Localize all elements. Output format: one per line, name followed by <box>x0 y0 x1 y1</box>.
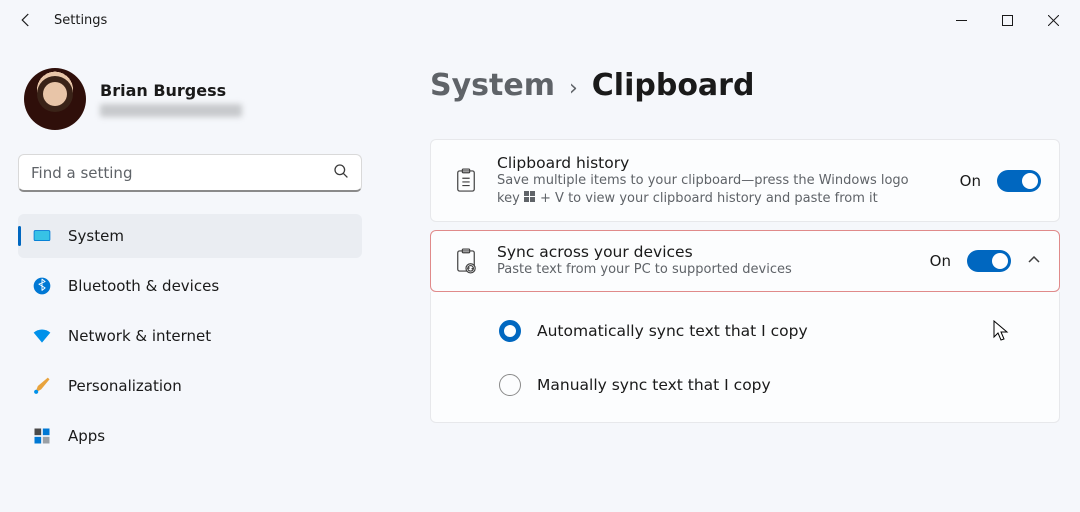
sidebar-item-label: Bluetooth & devices <box>68 277 219 295</box>
clipboard-sync-icon <box>449 248 483 274</box>
sidebar-item-personalization[interactable]: Personalization <box>18 364 362 408</box>
radio-off-icon <box>499 374 521 396</box>
toggle-state-text: On <box>930 252 951 270</box>
search-input[interactable]: Find a setting <box>18 154 362 192</box>
clipboard-history-toggle[interactable] <box>997 170 1041 192</box>
main-pane: System › Clipboard Clipboard history Sav… <box>380 40 1080 512</box>
card-title: Clipboard history <box>497 154 960 172</box>
card-title: Sync across your devices <box>497 243 930 261</box>
sidebar-item-label: System <box>68 227 124 245</box>
breadcrumb-current: Clipboard <box>592 68 755 103</box>
profile-email-redacted <box>100 104 242 117</box>
titlebar: Settings <box>0 0 1080 40</box>
chevron-right-icon: › <box>569 76 578 101</box>
sidebar-item-label: Apps <box>68 427 105 445</box>
sidebar: Brian Burgess Find a setting System Blue… <box>0 40 380 512</box>
profile-block[interactable]: Brian Burgess <box>18 40 362 154</box>
sidebar-item-label: Personalization <box>68 377 182 395</box>
radio-manual-sync[interactable]: Manually sync text that I copy <box>499 362 1041 416</box>
sidebar-item-network[interactable]: Network & internet <box>18 314 362 358</box>
radio-label: Manually sync text that I copy <box>537 376 771 394</box>
card-subtitle: Save multiple items to your clipboard—pr… <box>497 172 960 207</box>
avatar <box>24 68 86 130</box>
close-button[interactable] <box>1030 5 1076 35</box>
back-button[interactable] <box>4 11 48 29</box>
card-sync-devices: Sync across your devices Paste text from… <box>430 230 1060 292</box>
paintbrush-icon <box>32 376 52 396</box>
expand-chevron-icon[interactable] <box>1027 253 1041 268</box>
apps-icon <box>32 426 52 446</box>
breadcrumb-parent[interactable]: System <box>430 68 555 103</box>
card-subtitle: Paste text from your PC to supported dev… <box>497 261 930 279</box>
radio-label: Automatically sync text that I copy <box>537 322 808 340</box>
system-icon <box>32 226 52 246</box>
search-placeholder: Find a setting <box>31 164 132 182</box>
maximize-button[interactable] <box>984 5 1030 35</box>
windows-key-icon <box>524 191 536 203</box>
toggle-state-text: On <box>960 172 981 190</box>
profile-name: Brian Burgess <box>100 81 242 100</box>
radio-auto-sync[interactable]: Automatically sync text that I copy <box>499 308 1041 362</box>
sync-devices-toggle[interactable] <box>967 250 1011 272</box>
radio-on-icon <box>499 320 521 342</box>
breadcrumb: System › Clipboard <box>430 68 1060 103</box>
wifi-icon <box>32 326 52 346</box>
bluetooth-icon <box>32 276 52 296</box>
sidebar-item-apps[interactable]: Apps <box>18 414 362 458</box>
sidebar-item-system[interactable]: System <box>18 214 362 258</box>
sidebar-item-label: Network & internet <box>68 327 211 345</box>
card-clipboard-history: Clipboard history Save multiple items to… <box>430 139 1060 222</box>
sync-options-panel: Automatically sync text that I copy Manu… <box>430 292 1060 423</box>
search-icon <box>333 163 349 183</box>
minimize-button[interactable] <box>938 5 984 35</box>
sidebar-item-bluetooth[interactable]: Bluetooth & devices <box>18 264 362 308</box>
window-title: Settings <box>54 13 107 28</box>
clipboard-icon <box>449 168 483 194</box>
